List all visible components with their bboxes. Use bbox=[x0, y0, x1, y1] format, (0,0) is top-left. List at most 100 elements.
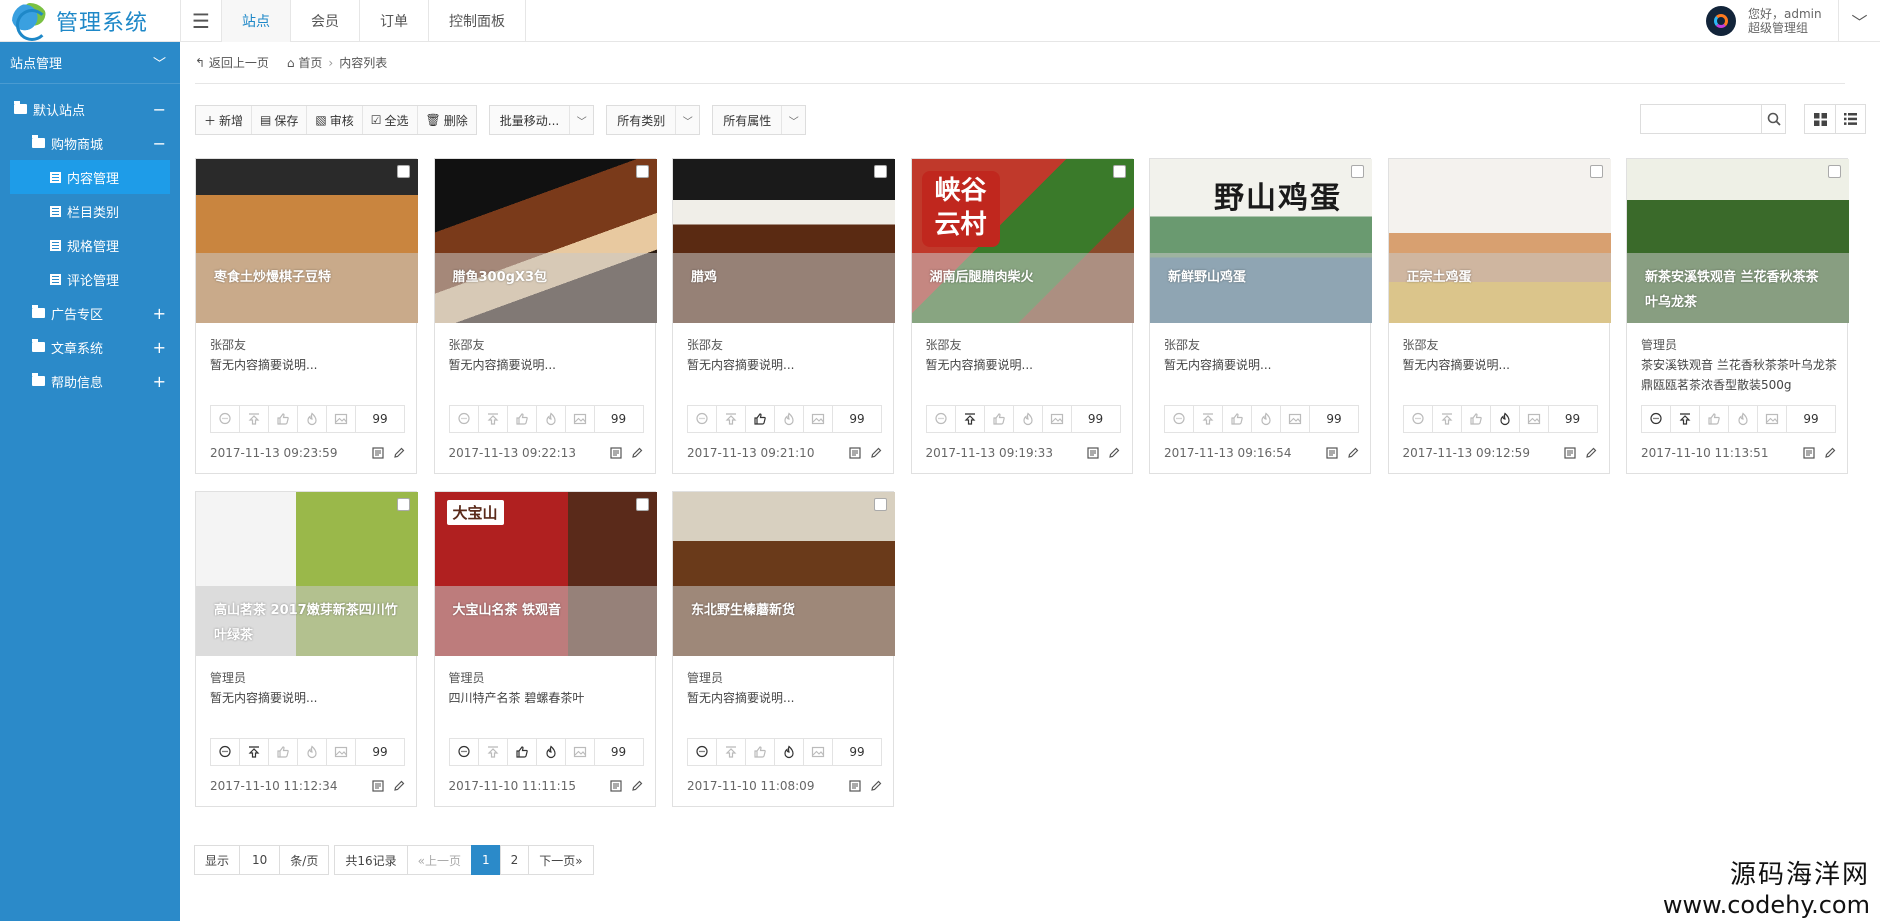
top-button[interactable] bbox=[479, 739, 508, 765]
sidebar-item-categories[interactable]: 栏目类别 bbox=[0, 194, 180, 228]
card-checkbox[interactable] bbox=[635, 498, 649, 511]
comment-button[interactable] bbox=[211, 406, 240, 432]
top-button[interactable] bbox=[1433, 406, 1462, 432]
edit-button[interactable] bbox=[631, 447, 644, 460]
edit-button[interactable] bbox=[631, 780, 644, 793]
product-image[interactable]: 腊鱼300gX3包 bbox=[434, 159, 657, 323]
sidebar-item-articles[interactable]: 文章系统 + bbox=[0, 330, 180, 364]
image-button[interactable] bbox=[1520, 406, 1549, 432]
expand-toggle[interactable]: + bbox=[153, 338, 166, 357]
content-card[interactable]: 腊鸡 张邵友 暂无内容摘要说明... 99 2017-11-13 09:21:10 bbox=[672, 158, 895, 474]
view-button[interactable] bbox=[848, 447, 861, 460]
prev-page-button[interactable]: «上一页 bbox=[406, 845, 472, 875]
top-button[interactable] bbox=[240, 739, 269, 765]
sort-count-input[interactable]: 99 bbox=[356, 739, 404, 765]
card-checkbox[interactable] bbox=[1351, 165, 1364, 178]
product-image[interactable]: 正宗土鸡蛋 bbox=[1388, 159, 1611, 323]
avatar[interactable] bbox=[1706, 6, 1736, 36]
card-checkbox[interactable] bbox=[397, 165, 410, 178]
page-1-button[interactable]: 1 bbox=[470, 845, 501, 875]
view-button[interactable] bbox=[1564, 447, 1577, 460]
thumbs-up-button[interactable] bbox=[1462, 406, 1491, 432]
sidebar-item-specs[interactable]: 规格管理 bbox=[0, 228, 180, 262]
select-all-button[interactable]: ☑ 全选 bbox=[363, 106, 418, 134]
next-page-button[interactable]: 下一页» bbox=[528, 845, 594, 875]
user-menu-button[interactable]: ﹀ bbox=[1838, 0, 1880, 42]
product-image[interactable]: 高山茗茶 2017嫩芽新茶四川竹叶绿茶 bbox=[196, 492, 418, 656]
content-card[interactable]: 新茶安溪铁观音 兰花香秋茶茶叶乌龙茶 管理员 茶安溪铁观音 兰花香秋茶茶叶乌龙茶鼎瓯… bbox=[1626, 158, 1849, 474]
edit-button[interactable] bbox=[392, 780, 405, 793]
view-button[interactable] bbox=[848, 780, 861, 793]
hot-button[interactable] bbox=[537, 739, 566, 765]
edit-button[interactable] bbox=[1108, 447, 1121, 460]
content-card[interactable]: 高山茗茶 2017嫩芽新茶四川竹叶绿茶 管理员 暂无内容摘要说明... 99 2017-… bbox=[195, 491, 418, 807]
tab-orders[interactable]: 订单 bbox=[360, 0, 429, 42]
top-button[interactable] bbox=[717, 739, 746, 765]
comment-button[interactable] bbox=[1165, 406, 1194, 432]
hot-button[interactable] bbox=[298, 406, 327, 432]
view-button[interactable] bbox=[371, 780, 384, 793]
card-checkbox[interactable] bbox=[874, 498, 887, 511]
image-button[interactable] bbox=[1043, 406, 1072, 432]
card-checkbox[interactable] bbox=[1112, 165, 1126, 178]
content-card[interactable]: 野山鸡蛋 新鲜野山鸡蛋 张邵友 暂无内容摘要说明... 99 2017-11-13 09:… bbox=[1149, 158, 1372, 474]
hot-button[interactable] bbox=[1491, 406, 1520, 432]
sidebar-item-content-manage[interactable]: 内容管理 bbox=[10, 160, 170, 194]
attribute-select[interactable]: 所有属性 ﹀ bbox=[712, 105, 807, 135]
content-card[interactable]: 枣食土炒熳棋子豆特 张邵友 暂无内容摘要说明... 99 2017-11-13 09:2… bbox=[195, 158, 418, 474]
product-image[interactable]: 野山鸡蛋 新鲜野山鸡蛋 bbox=[1150, 159, 1372, 323]
sidebar-header[interactable]: 站点管理 ﹀ bbox=[0, 42, 180, 84]
search-input[interactable] bbox=[1641, 105, 1761, 133]
top-button[interactable] bbox=[956, 406, 985, 432]
category-select[interactable]: 所有类别 ﹀ bbox=[606, 105, 701, 135]
list-view-button[interactable] bbox=[1835, 105, 1865, 133]
thumbs-up-button[interactable] bbox=[746, 739, 775, 765]
tab-site[interactable]: 站点 bbox=[222, 0, 291, 42]
sort-count-input[interactable]: 99 bbox=[356, 406, 404, 432]
product-image[interactable]: 腊鸡 bbox=[673, 159, 895, 323]
edit-button[interactable] bbox=[392, 447, 405, 460]
view-button[interactable] bbox=[1802, 447, 1815, 460]
image-button[interactable] bbox=[566, 406, 595, 432]
content-card[interactable]: 腊鱼300gX3包 张邵友 暂无内容摘要说明... 99 2017-11-13 09:2… bbox=[433, 158, 657, 474]
card-checkbox[interactable] bbox=[1828, 165, 1841, 178]
top-button[interactable] bbox=[717, 406, 746, 432]
sort-count-input[interactable]: 99 bbox=[595, 739, 643, 765]
comment-button[interactable] bbox=[450, 739, 479, 765]
card-checkbox[interactable] bbox=[397, 498, 410, 511]
sort-count-input[interactable]: 99 bbox=[1310, 406, 1358, 432]
product-image[interactable]: 峡谷 云村 湖南后腿腊肉柴火 bbox=[911, 159, 1134, 323]
product-image[interactable]: 新茶安溪铁观音 兰花香秋茶茶叶乌龙茶 bbox=[1627, 159, 1849, 323]
product-image[interactable]: 东北野生榛蘑新货 bbox=[673, 492, 895, 656]
comment-button[interactable] bbox=[927, 406, 956, 432]
image-button[interactable] bbox=[327, 406, 356, 432]
product-image[interactable]: 大宝山 大宝山名茶 铁观音 bbox=[434, 492, 657, 656]
top-button[interactable] bbox=[1194, 406, 1223, 432]
top-button[interactable] bbox=[479, 406, 508, 432]
comment-button[interactable] bbox=[688, 739, 717, 765]
card-checkbox[interactable] bbox=[635, 165, 649, 178]
grid-view-button[interactable] bbox=[1805, 105, 1835, 133]
thumbs-up-button[interactable] bbox=[269, 739, 298, 765]
hot-button[interactable] bbox=[537, 406, 566, 432]
comment-button[interactable] bbox=[211, 739, 240, 765]
delete-button[interactable]: 🗑 删除 bbox=[418, 106, 476, 134]
breadcrumb-home[interactable]: 首页 bbox=[298, 54, 322, 71]
edit-button[interactable] bbox=[869, 780, 882, 793]
back-link[interactable]: ↰ 返回上一页 bbox=[195, 54, 269, 71]
thumbs-up-button[interactable] bbox=[508, 739, 537, 765]
hot-button[interactable] bbox=[775, 406, 804, 432]
view-button[interactable] bbox=[610, 447, 623, 460]
thumbs-up-button[interactable] bbox=[269, 406, 298, 432]
sort-count-input[interactable]: 99 bbox=[833, 406, 881, 432]
sort-count-input[interactable]: 99 bbox=[1072, 406, 1120, 432]
thumbs-up-button[interactable] bbox=[1223, 406, 1252, 432]
sidebar-item-shop[interactable]: 购物商城 − bbox=[0, 126, 180, 160]
hot-button[interactable] bbox=[1729, 406, 1758, 432]
edit-button[interactable] bbox=[1823, 447, 1836, 460]
sidebar-item-default-site[interactable]: 默认站点 − bbox=[0, 92, 180, 126]
collapse-toggle[interactable]: − bbox=[153, 100, 166, 119]
top-button[interactable] bbox=[1671, 406, 1700, 432]
sidebar-item-ads[interactable]: 广告专区 + bbox=[0, 296, 180, 330]
image-button[interactable] bbox=[1281, 406, 1310, 432]
